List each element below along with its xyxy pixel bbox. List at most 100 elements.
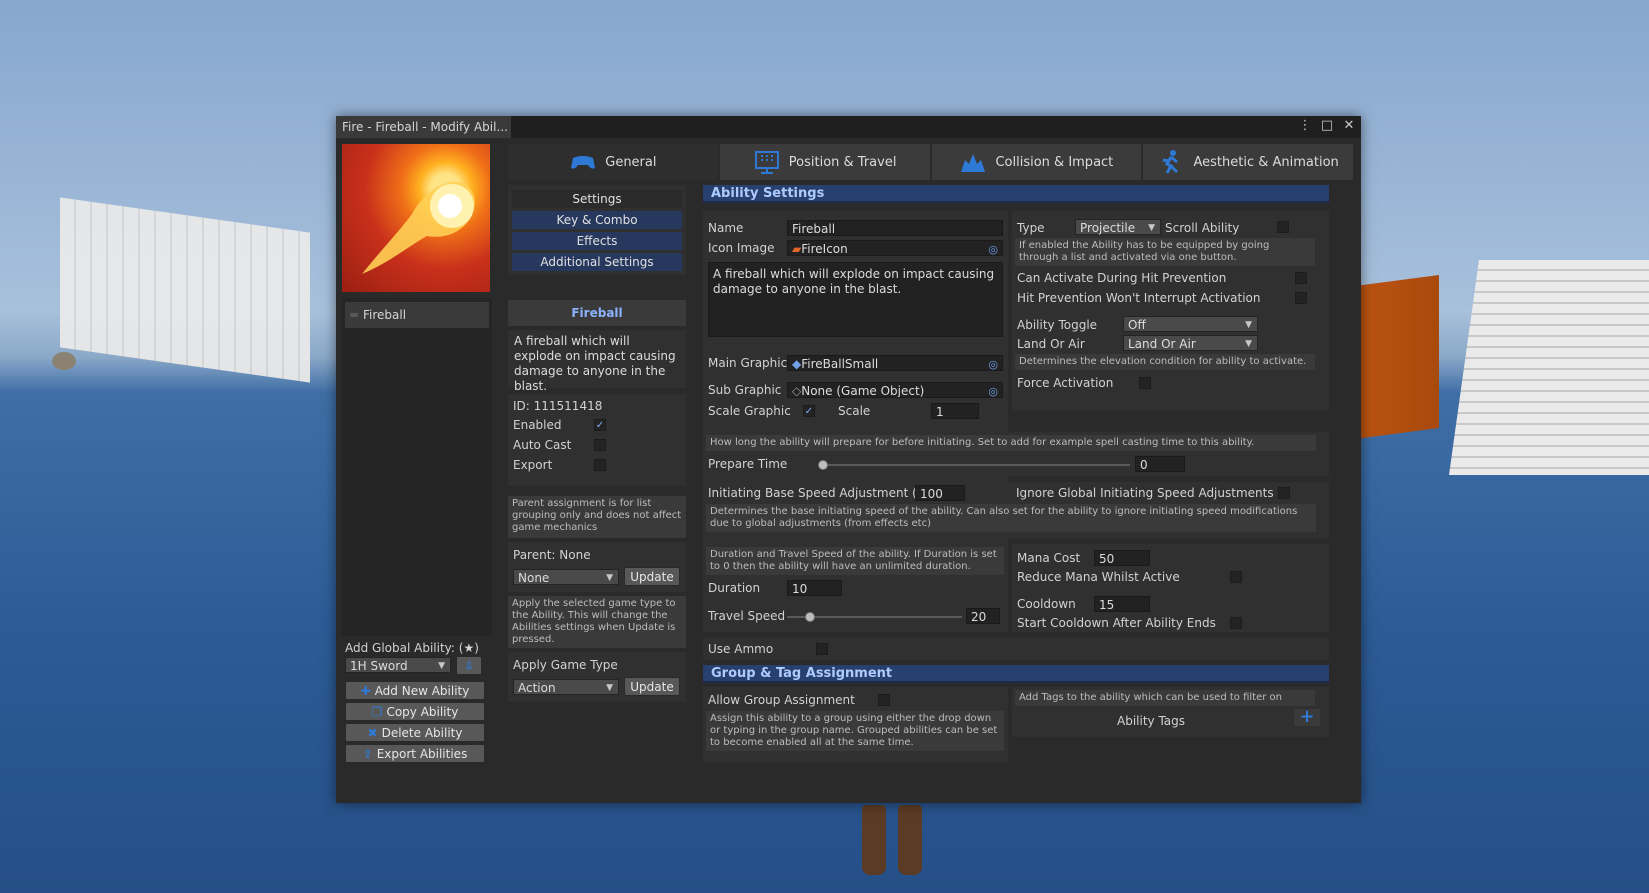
id-panel: ID: 111511418 Enabled ✓ Auto Cast Export: [508, 394, 686, 486]
tab-aesthetic-animation[interactable]: Aesthetic & Animation: [1143, 144, 1355, 180]
type-dropdown[interactable]: Projectile ▼: [1075, 219, 1161, 235]
kebab-menu-icon[interactable]: ⋮: [1297, 118, 1313, 133]
type-panel: Type Projectile ▼ Scroll Ability If enabl…: [1012, 211, 1329, 411]
object-picker-icon[interactable]: ◎: [988, 242, 998, 255]
tab-label: Aesthetic & Animation: [1193, 154, 1339, 170]
sub-graphic-field[interactable]: ◇None (Game Object) ◎: [787, 382, 1003, 398]
allow-group-label: Allow Group Assignment: [708, 693, 855, 707]
prepare-panel: How long the ability will prepare for be…: [703, 432, 1329, 476]
scale-field[interactable]: 1: [931, 403, 979, 419]
menu-item-key-combo[interactable]: Key & Combo: [512, 211, 682, 229]
use-ammo-label: Use Ammo: [708, 642, 774, 656]
icon-image-label: Icon Image: [708, 241, 775, 255]
mana-cost-field[interactable]: 50: [1094, 550, 1150, 566]
allow-group-checkbox[interactable]: [878, 694, 890, 706]
prepare-time-field[interactable]: 0: [1135, 456, 1185, 472]
tab-label: Collision & Impact: [995, 154, 1114, 170]
id-label: ID: 111511418: [513, 399, 603, 413]
tags-panel: Add Tags to the ability which can be use…: [1012, 687, 1329, 737]
hit-prevention-checkbox[interactable]: [1295, 292, 1307, 304]
parent-update-button[interactable]: Update: [624, 567, 680, 586]
ignore-global-label: Ignore Global Initiating Speed Adjustmen…: [1016, 486, 1274, 500]
drag-handle-icon[interactable]: ═: [345, 302, 363, 328]
object-picker-icon[interactable]: ◎: [988, 384, 998, 397]
travel-speed-field[interactable]: 20: [966, 608, 1000, 624]
prepare-slider-track[interactable]: [818, 464, 1130, 466]
enabled-label: Enabled: [513, 418, 562, 432]
window-title[interactable]: Fire - Fireball - Modify Abil...: [336, 116, 511, 138]
main-graphic-field[interactable]: ◆FireBallSmall ◎: [787, 355, 1003, 371]
init-speed-field[interactable]: 100: [915, 485, 965, 501]
ability-toggle-dropdown[interactable]: Off ▼: [1123, 316, 1258, 332]
game-type-update-button[interactable]: Update: [624, 677, 680, 696]
global-ability-dropdown[interactable]: 1H Sword ▼: [345, 657, 451, 673]
caret-down-icon: ▼: [606, 573, 613, 583]
travel-speed-label: Travel Speed: [708, 609, 786, 623]
tab-position-travel[interactable]: Position & Travel: [719, 144, 932, 180]
menu-item-settings[interactable]: Settings: [512, 190, 682, 208]
add-global-label: Add Global Ability: (★): [345, 641, 479, 655]
land-or-air-dropdown[interactable]: Land Or Air ▼: [1123, 335, 1258, 351]
maximize-icon[interactable]: □: [1319, 118, 1335, 133]
ignore-global-checkbox[interactable]: [1278, 487, 1290, 499]
add-global-button[interactable]: ⇩: [456, 656, 482, 675]
caret-down-icon: ▼: [438, 661, 445, 671]
button-label: Add New Ability: [374, 684, 470, 698]
duration-field[interactable]: 10: [787, 580, 842, 596]
description-field[interactable]: A fireball which will explode on impact …: [708, 262, 1003, 337]
scale-label: Scale: [838, 404, 871, 418]
scene-rock: [52, 352, 76, 370]
export-abilities-button[interactable]: ⇪ Export Abilities: [345, 744, 485, 763]
dropdown-value: None: [518, 571, 550, 585]
gamepad-icon: [571, 156, 596, 169]
plus-icon: ✚: [360, 684, 371, 698]
list-item[interactable]: ═ Fireball: [345, 302, 489, 328]
hit-prevention-label: Hit Prevention Won't Interrupt Activatio…: [1017, 291, 1261, 305]
field-value: FireBallSmall: [801, 357, 879, 371]
scene-character-boots: [862, 805, 932, 875]
caret-down-icon: ▼: [606, 683, 613, 693]
use-ammo-checkbox[interactable]: [816, 643, 828, 655]
duration-panel: Duration and Travel Speed of the ability…: [703, 544, 1008, 632]
grid-board-icon: [754, 151, 779, 174]
tab-general[interactable]: General: [508, 144, 720, 180]
scale-graphic-checkbox[interactable]: ✓: [803, 405, 815, 417]
parent-help: Parent assignment is for list grouping o…: [508, 496, 686, 538]
can-activate-checkbox[interactable]: [1295, 272, 1307, 284]
game-type-dropdown[interactable]: Action ▼: [513, 679, 619, 695]
image-asset-icon: ▰: [792, 242, 802, 256]
tab-bar: General Position & Travel Collision & Im…: [508, 144, 1355, 180]
land-air-help: Determines the elevation condition for a…: [1015, 354, 1315, 370]
delete-ability-button[interactable]: ✖ Delete Ability: [345, 723, 485, 742]
add-new-ability-button[interactable]: ✚ Add New Ability: [345, 681, 485, 700]
caret-down-icon: ▼: [1245, 320, 1252, 330]
name-field[interactable]: Fireball: [787, 220, 1003, 236]
prepare-slider-knob[interactable]: [818, 460, 828, 470]
add-tag-button[interactable]: +: [1294, 708, 1320, 726]
copy-ability-button[interactable]: ❐ Copy Ability: [345, 702, 485, 721]
reduce-mana-checkbox[interactable]: [1230, 571, 1242, 583]
main-graphic-label: Main Graphic: [708, 356, 788, 370]
scroll-ability-checkbox[interactable]: [1277, 221, 1289, 233]
parent-dropdown[interactable]: None ▼: [513, 569, 619, 585]
start-cooldown-checkbox[interactable]: [1230, 617, 1242, 629]
game-type-help: Apply the selected game type to the Abil…: [508, 596, 686, 648]
enabled-checkbox[interactable]: ✓: [594, 419, 606, 431]
tags-help: Add Tags to the ability which can be use…: [1015, 690, 1315, 706]
menu-item-effects[interactable]: Effects: [512, 232, 682, 250]
export-checkbox[interactable]: [594, 459, 606, 471]
game-object-icon: ◇: [792, 384, 802, 398]
travel-slider-knob[interactable]: [804, 612, 815, 622]
auto-cast-checkbox[interactable]: [594, 439, 606, 451]
object-picker-icon[interactable]: ◎: [988, 357, 998, 370]
icon-image-field[interactable]: ▰FireIcon ◎: [787, 240, 1003, 256]
duration-help: Duration and Travel Speed of the ability…: [706, 547, 1004, 575]
cooldown-field[interactable]: 15: [1094, 596, 1150, 612]
close-icon[interactable]: ✕: [1341, 118, 1357, 133]
force-activation-checkbox[interactable]: [1139, 377, 1151, 389]
apply-game-type-label: Apply Game Type: [513, 658, 618, 672]
tab-collision-impact[interactable]: Collision & Impact: [931, 144, 1144, 180]
game-type-panel: Apply Game Type Action ▼ Update: [508, 652, 686, 702]
prefab-icon: ◆: [792, 357, 802, 371]
menu-item-additional-settings[interactable]: Additional Settings: [512, 253, 682, 271]
